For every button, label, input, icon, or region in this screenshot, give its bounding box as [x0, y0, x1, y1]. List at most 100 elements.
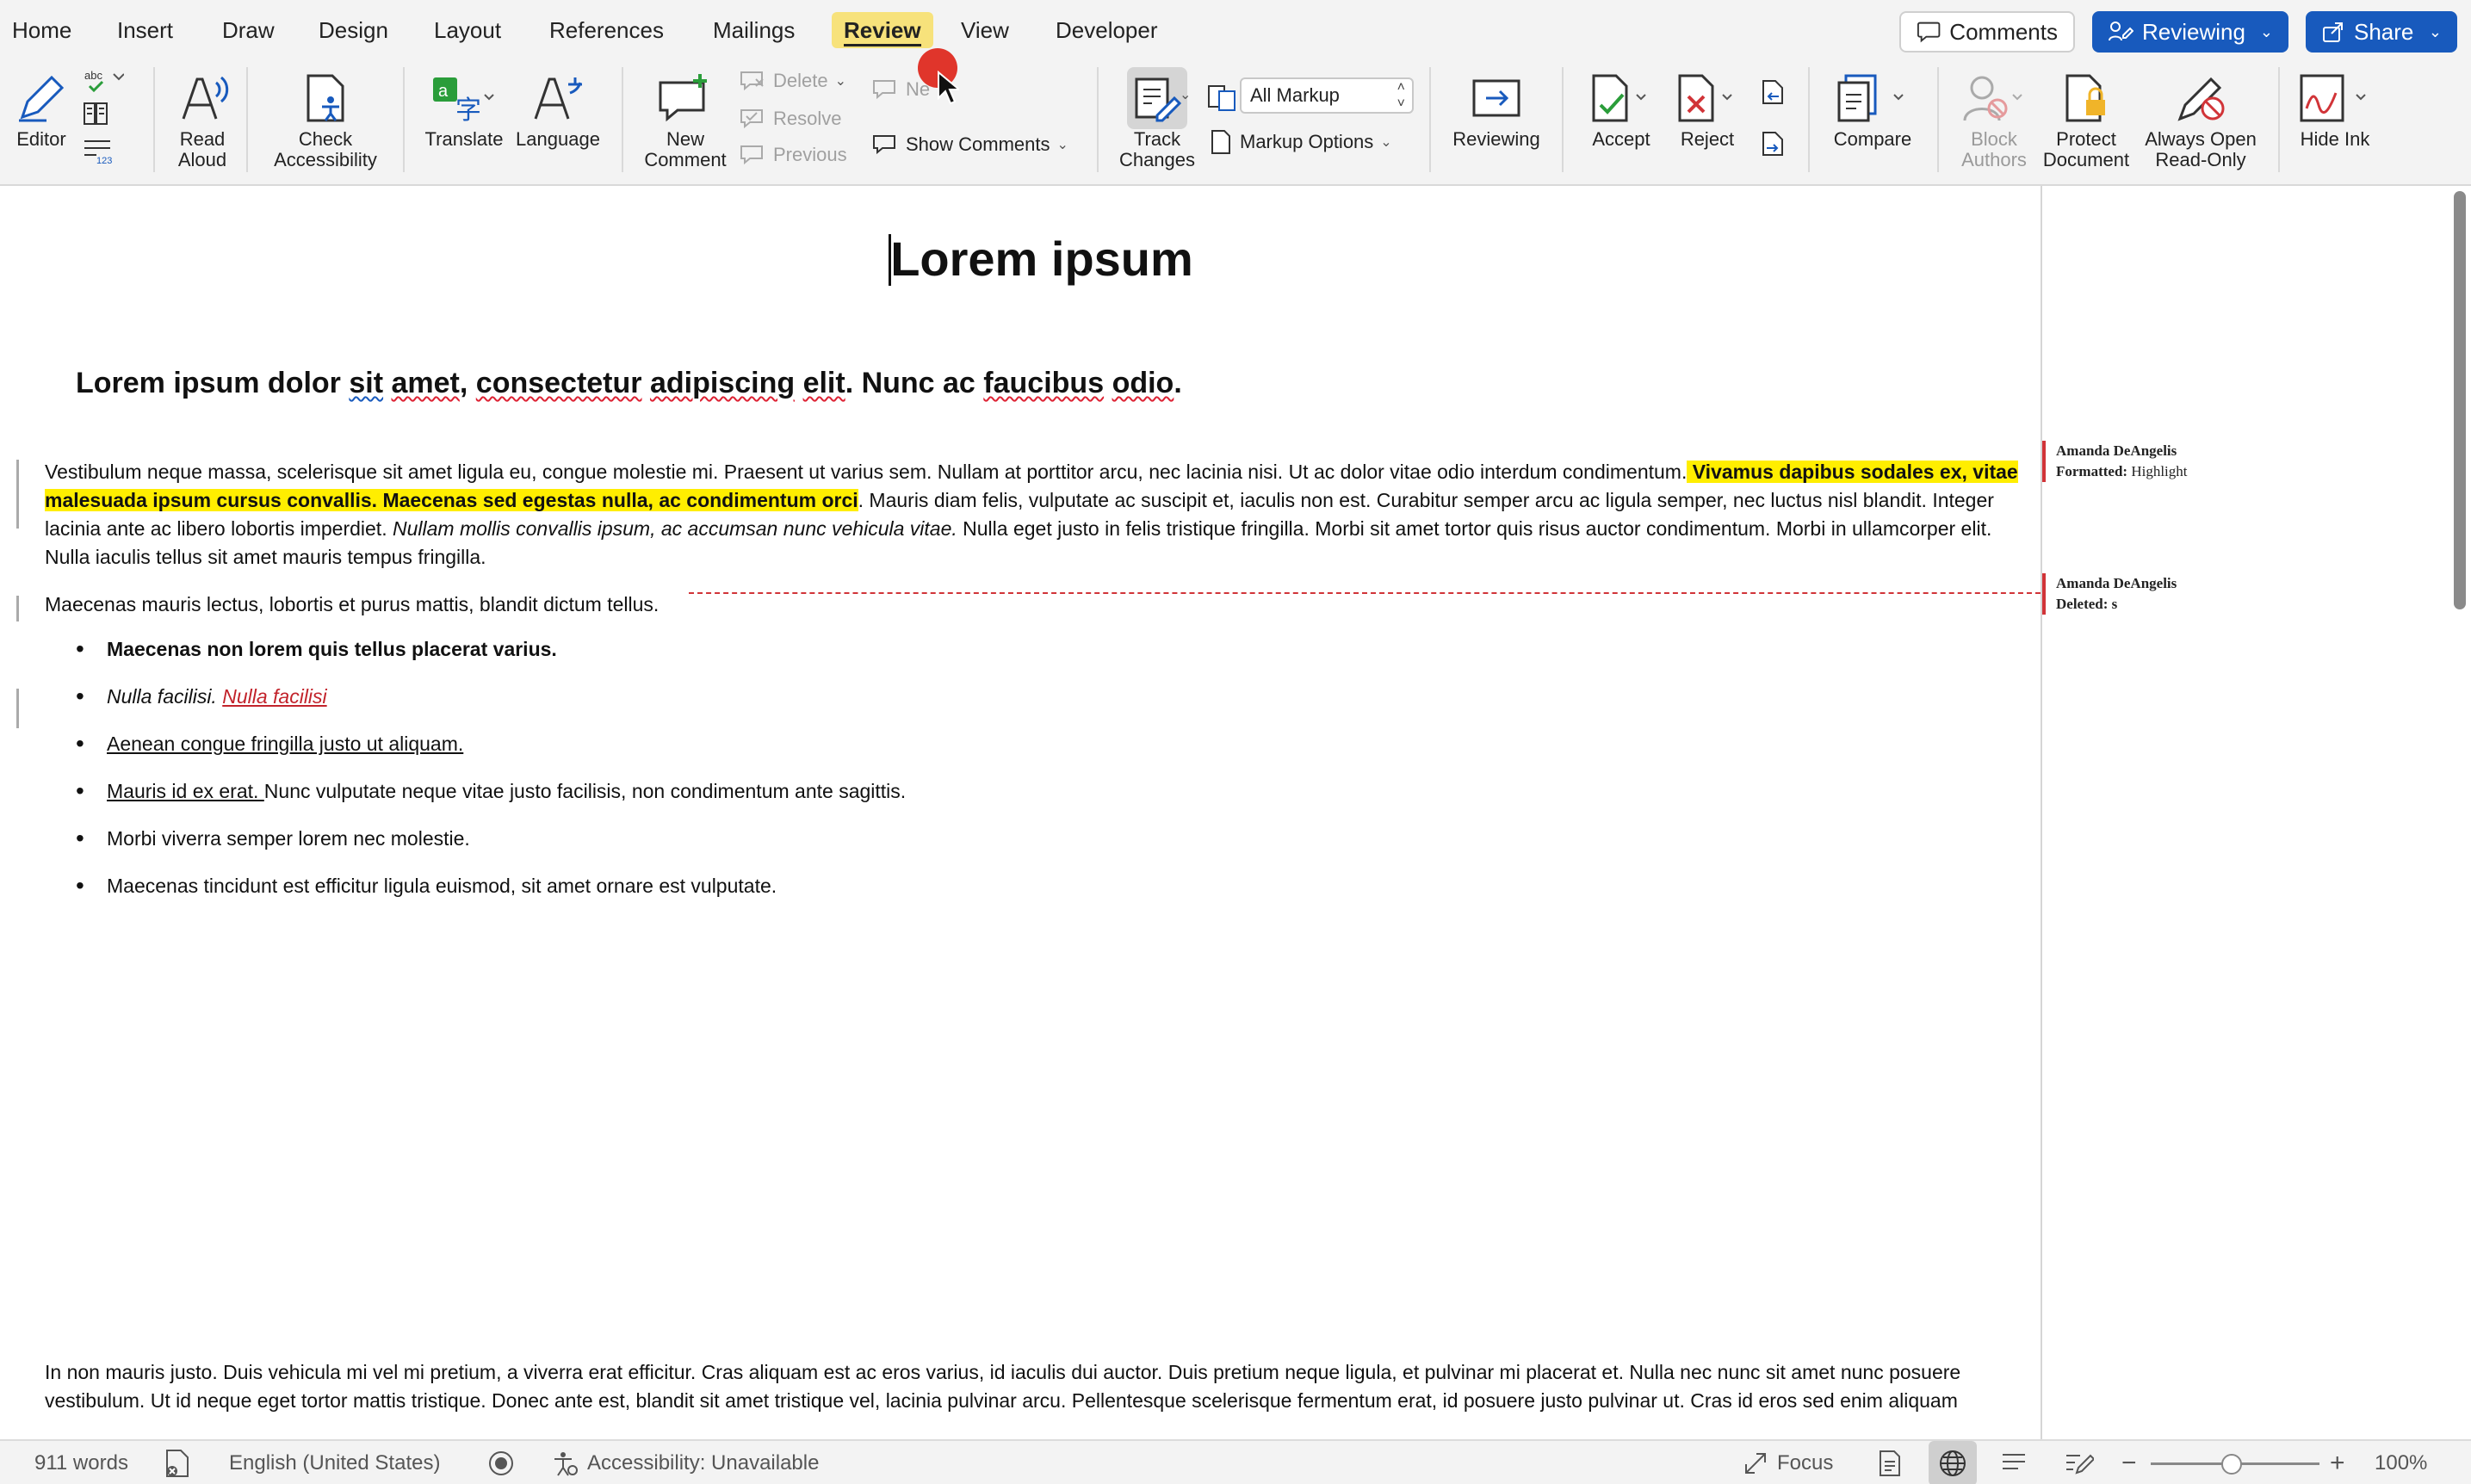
- paragraph-3[interactable]: In non mauris justo. Duis vehicula mi ve…: [45, 1358, 2039, 1415]
- comment-icon: [1917, 22, 1941, 43]
- revision-author: Amanda DeAngelis: [2056, 575, 2177, 591]
- accessibility-status[interactable]: Accessibility: Unavailable: [551, 1441, 819, 1484]
- resolve-comment-icon: [740, 109, 763, 129]
- ribbon-separator: [403, 67, 405, 172]
- list-item[interactable]: Mauris id ex erat. Nunc vulputate neque …: [76, 774, 906, 821]
- editor-button[interactable]: Editor: [10, 67, 72, 150]
- comments-button[interactable]: Comments: [1899, 11, 2075, 53]
- reviewing-mode-button[interactable]: Reviewing ⌄: [2092, 11, 2288, 53]
- tab-draw[interactable]: Draw: [210, 12, 287, 48]
- macro-recording-status[interactable]: [487, 1441, 515, 1484]
- ribbon-separator: [622, 67, 623, 172]
- accept-label: Accept: [1592, 128, 1650, 150]
- focus-label: Focus: [1777, 1451, 1834, 1475]
- revision-balloon[interactable]: Amanda DeAngelis Formatted: Highlight: [2042, 441, 2369, 482]
- hide-ink-label: Hide Ink: [2300, 128, 2370, 150]
- compare-button[interactable]: Compare: [1825, 67, 1920, 150]
- editor-pen-icon: [19, 75, 65, 122]
- change-bar: [16, 689, 19, 728]
- tab-references[interactable]: References: [537, 12, 676, 48]
- globe-icon: [1940, 1450, 1966, 1476]
- zoom-level[interactable]: 100%: [2375, 1441, 2427, 1484]
- paragraph-2[interactable]: Maecenas mauris lectus, lobortis et puru…: [45, 591, 2039, 619]
- revision-balloon[interactable]: Amanda DeAngelis Deleted: s: [2042, 573, 2369, 615]
- display-for-review-icon: [1208, 85, 1236, 111]
- revision-author: Amanda DeAngelis: [2056, 442, 2177, 459]
- share-button[interactable]: Share ⌄: [2306, 11, 2457, 53]
- list-item[interactable]: Nulla facilisi. Nulla facilisi: [76, 679, 906, 727]
- language-button[interactable]: Language: [513, 67, 603, 150]
- list-item[interactable]: Aenean congue fringilla justo ut aliquam…: [76, 727, 906, 774]
- hide-ink-button[interactable]: Hide Ink: [2294, 67, 2376, 150]
- print-layout-view-button[interactable]: [1877, 1441, 1903, 1484]
- svg-text:字: 字: [455, 96, 481, 125]
- new-comment-button[interactable]: New Comment: [637, 67, 734, 170]
- zoom-slider-knob[interactable]: [2221, 1454, 2242, 1475]
- list-item[interactable]: Maecenas tincidunt est efficitur ligula …: [76, 869, 906, 916]
- ribbon-separator: [1808, 67, 1810, 172]
- reject-button[interactable]: Reject: [1669, 67, 1746, 150]
- revision-kind: Deleted:: [2056, 596, 2109, 612]
- ribbon-separator: [153, 67, 155, 172]
- ribbon-separator: [2278, 67, 2280, 172]
- list-item[interactable]: Maecenas non lorem quis tellus placerat …: [76, 632, 906, 679]
- accept-button[interactable]: Accept: [1581, 67, 1662, 150]
- track-changes-label: Track Changes: [1118, 128, 1196, 170]
- zoom-out-button[interactable]: −: [2121, 1441, 2137, 1484]
- previous-change-icon[interactable]: [1758, 77, 1787, 107]
- display-for-review-select[interactable]: All Markup ˄ ˅: [1240, 77, 1414, 114]
- tab-layout[interactable]: Layout: [422, 12, 513, 48]
- proofing-mini-group[interactable]: abc 123: [79, 69, 131, 169]
- tab-design[interactable]: Design: [307, 12, 400, 48]
- paragraph-1[interactable]: Vestibulum neque massa, scelerisque sit …: [45, 458, 2039, 572]
- chevron-down-icon[interactable]: ⌄: [1180, 86, 1191, 103]
- outline-view-button[interactable]: [2001, 1441, 2027, 1484]
- svg-text:a: a: [438, 82, 449, 101]
- tab-insert[interactable]: Insert: [105, 12, 185, 48]
- reviewing-pane-button[interactable]: Reviewing: [1446, 67, 1546, 150]
- new-comment-label: New Comment: [644, 128, 727, 170]
- check-accessibility-button[interactable]: Check Accessibility: [265, 67, 386, 170]
- tab-home[interactable]: Home: [0, 12, 84, 48]
- protect-document-label: Protect Document: [2042, 128, 2130, 170]
- delete-label: Delete: [773, 70, 828, 91]
- document-heading[interactable]: Lorem ipsum dolor sit amet, consectetur …: [76, 367, 1182, 400]
- resolve-comment-button[interactable]: Resolve: [739, 107, 841, 131]
- language-status[interactable]: English (United States): [229, 1441, 440, 1484]
- list-item[interactable]: Morbi viverra semper lorem nec molestie.: [76, 821, 906, 869]
- status-bar: 911 words English (United States) Access…: [0, 1439, 2471, 1484]
- draft-view-button[interactable]: [2065, 1441, 2094, 1484]
- next-comment-button[interactable]: Ne: [871, 77, 930, 102]
- next-change-icon[interactable]: [1758, 129, 1787, 158]
- read-aloud-label: Read Aloud: [177, 128, 227, 170]
- ribbon-separator: [1097, 67, 1099, 172]
- zoom-in-button[interactable]: +: [2330, 1441, 2345, 1484]
- tab-view[interactable]: View: [949, 12, 1021, 48]
- word-count[interactable]: 911 words: [34, 1441, 128, 1484]
- previous-label: Previous: [773, 144, 847, 165]
- vertical-scrollbar-thumb[interactable]: [2454, 191, 2466, 609]
- track-changes-button[interactable]: Track Changes: [1112, 67, 1202, 170]
- tab-review[interactable]: Review: [832, 12, 933, 48]
- show-comments-button[interactable]: Show Comments ⌄: [871, 133, 1068, 157]
- ribbon-separator: [1562, 67, 1564, 172]
- tab-mailings[interactable]: Mailings: [701, 12, 807, 48]
- focus-mode-button[interactable]: Focus: [1743, 1441, 1833, 1484]
- delete-comment-button[interactable]: Delete ⌄: [739, 69, 846, 93]
- previous-comment-button[interactable]: Previous: [739, 143, 847, 167]
- draft-pencil-icon: [2066, 1454, 2094, 1475]
- proofing-status[interactable]: [164, 1441, 191, 1484]
- read-aloud-button[interactable]: Read Aloud: [167, 67, 238, 170]
- web-layout-view-button[interactable]: [1929, 1441, 1977, 1484]
- document-page[interactable]: Lorem ipsum Lorem ipsum dolor sit amet, …: [0, 186, 2041, 1439]
- compare-documents-icon: [1837, 74, 1904, 122]
- block-authors-button[interactable]: Block Authors: [1951, 67, 2037, 170]
- protect-document-button[interactable]: Protect Document: [2039, 67, 2133, 170]
- translate-button[interactable]: a字 Translate: [420, 67, 508, 150]
- markup-options-button[interactable]: Markup Options ⌄: [1209, 129, 1392, 155]
- print-layout-icon: [1880, 1450, 1900, 1476]
- document-title[interactable]: Lorem ipsum: [0, 231, 2041, 287]
- chevron-down-icon: ⌄: [1380, 135, 1392, 150]
- tab-developer[interactable]: Developer: [1044, 12, 1170, 48]
- always-open-read-only-button[interactable]: Always Open Read-Only: [2137, 67, 2264, 170]
